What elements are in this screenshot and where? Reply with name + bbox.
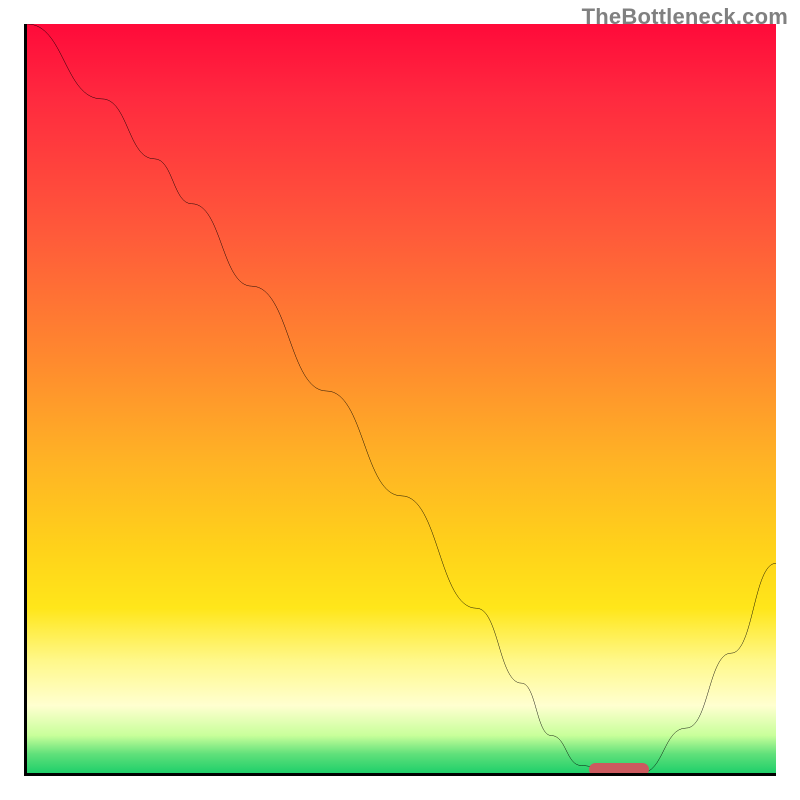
plot-area <box>24 24 776 776</box>
chart-root: TheBottleneck.com <box>0 0 800 800</box>
bottleneck-curve <box>27 24 776 773</box>
optimal-marker <box>589 763 649 776</box>
curve-path <box>27 24 776 773</box>
watermark-text: TheBottleneck.com <box>582 4 788 30</box>
